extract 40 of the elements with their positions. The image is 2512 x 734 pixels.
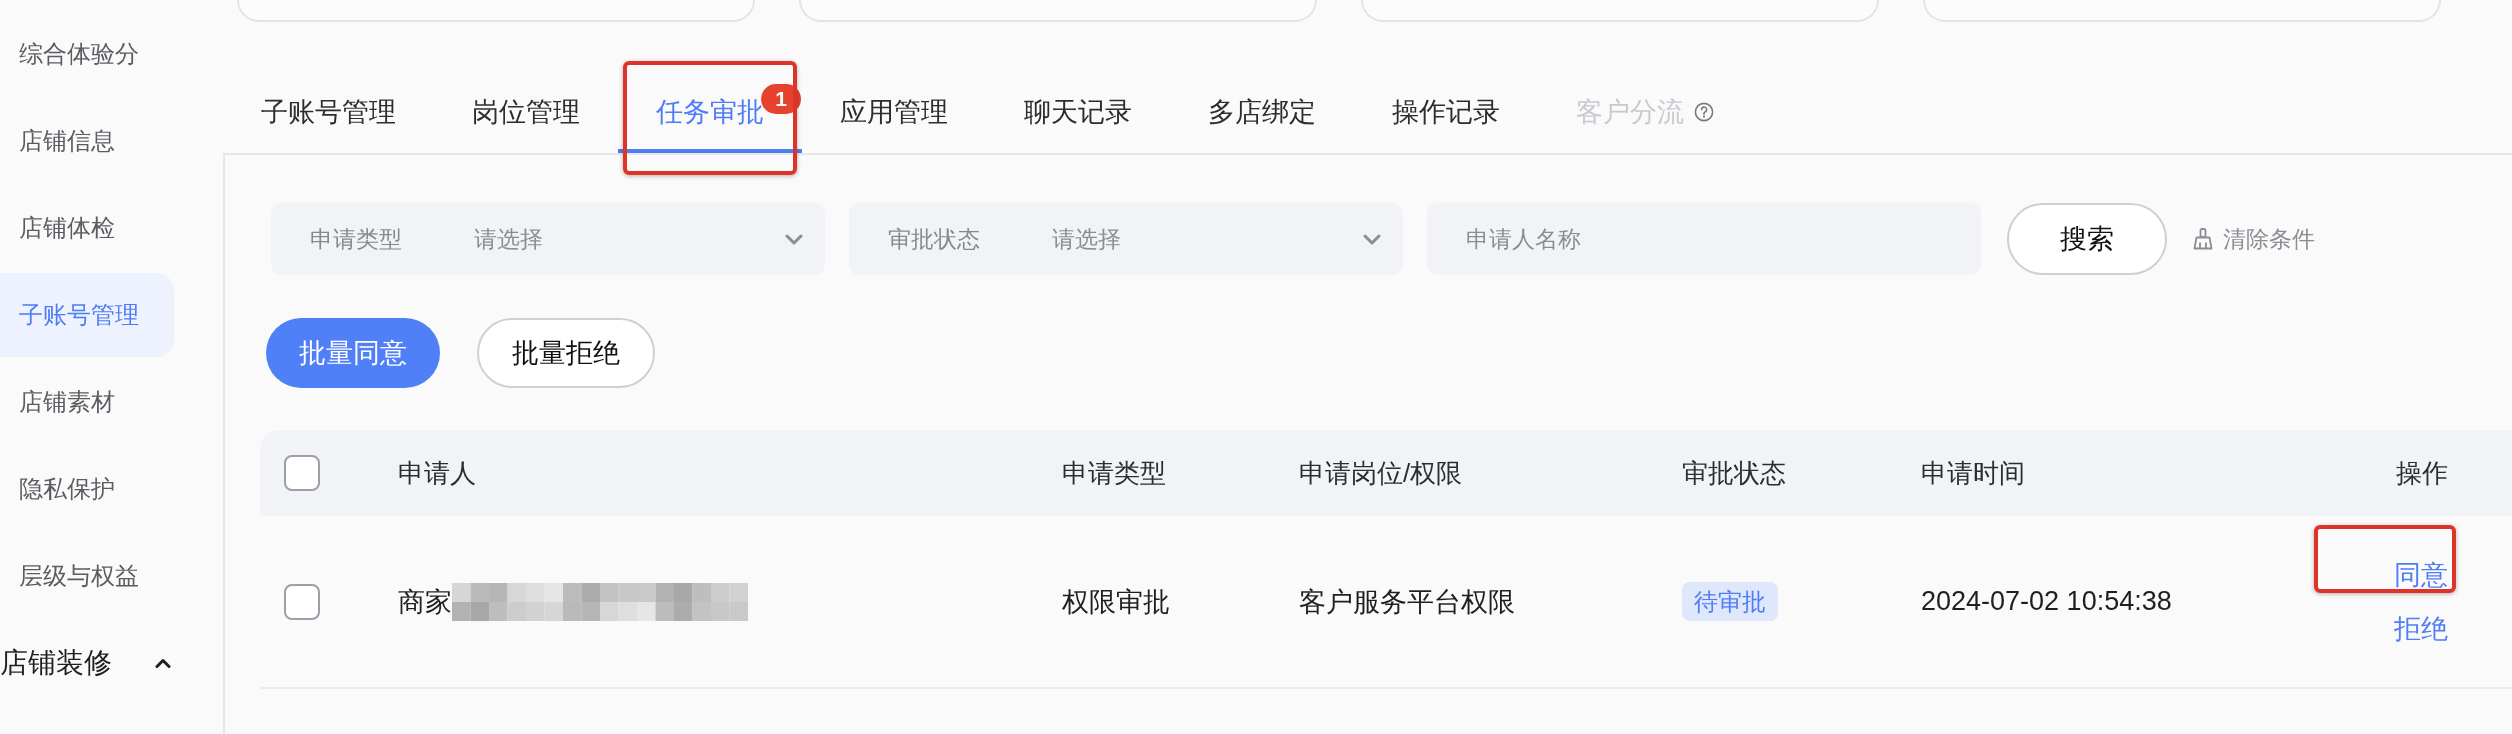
sidebar-item[interactable]: 店铺素材: [0, 360, 174, 444]
sidebar-item[interactable]: 子账号管理: [0, 273, 174, 357]
sidebar-item[interactable]: 店铺体检: [0, 186, 174, 270]
column-title: 申请人: [398, 456, 476, 490]
tab[interactable]: 任务审批 1: [618, 70, 802, 153]
requested-permission: 客户服务平台权限: [1299, 585, 1515, 619]
approve-link[interactable]: 同意: [2394, 559, 2448, 590]
column-title: 申请时间: [1921, 456, 2025, 490]
tab[interactable]: 多店绑定: [1170, 70, 1354, 153]
column-title: 申请岗位/权限: [1299, 456, 1463, 490]
select-field[interactable]: 审批状态 请选择: [849, 203, 1403, 275]
search-button[interactable]: 搜索: [2007, 203, 2167, 275]
tab[interactable]: 聊天记录: [986, 70, 1170, 153]
column-title: 审批状态: [1682, 456, 1786, 490]
notification-badge: 1: [761, 84, 801, 114]
sidebar-item[interactable]: 店铺信息: [0, 99, 174, 183]
tab[interactable]: 岗位管理: [434, 70, 618, 153]
checkbox[interactable]: [284, 455, 320, 491]
approve-all-button[interactable]: 批量同意: [266, 318, 440, 388]
sidebar-group[interactable]: 店铺装修: [0, 621, 174, 705]
column-title: 操作: [2396, 456, 2448, 490]
request-type: 权限审批: [1062, 585, 1170, 619]
tab[interactable]: 子账号管理: [223, 70, 434, 153]
tab[interactable]: 应用管理: [802, 70, 986, 153]
request-time: 2024-07-02 10:54:38: [1921, 586, 2172, 617]
reject-link[interactable]: 拒绝: [2394, 613, 2448, 644]
sidebar-item[interactable]: 隐私保护: [0, 447, 174, 531]
chevron-down-icon: [785, 233, 803, 245]
reject-all-button[interactable]: 批量拒绝: [477, 318, 655, 388]
broom-icon: [2193, 228, 2213, 250]
tab[interactable]: 操作记录: [1354, 70, 1538, 153]
status-tag: 待审批: [1682, 582, 1778, 621]
applicant-name: 商家: [398, 585, 452, 619]
applicant-search-field[interactable]: 申请人名称: [1427, 203, 1981, 275]
sidebar-item[interactable]: 综合体验分: [0, 12, 174, 96]
select-field[interactable]: 申请类型 请选择: [271, 203, 825, 275]
column-title: 申请类型: [1062, 456, 1166, 490]
chevron-down-icon: [1363, 233, 1381, 245]
sidebar-item[interactable]: 层级与权益: [0, 534, 174, 618]
checkbox[interactable]: [284, 583, 320, 620]
